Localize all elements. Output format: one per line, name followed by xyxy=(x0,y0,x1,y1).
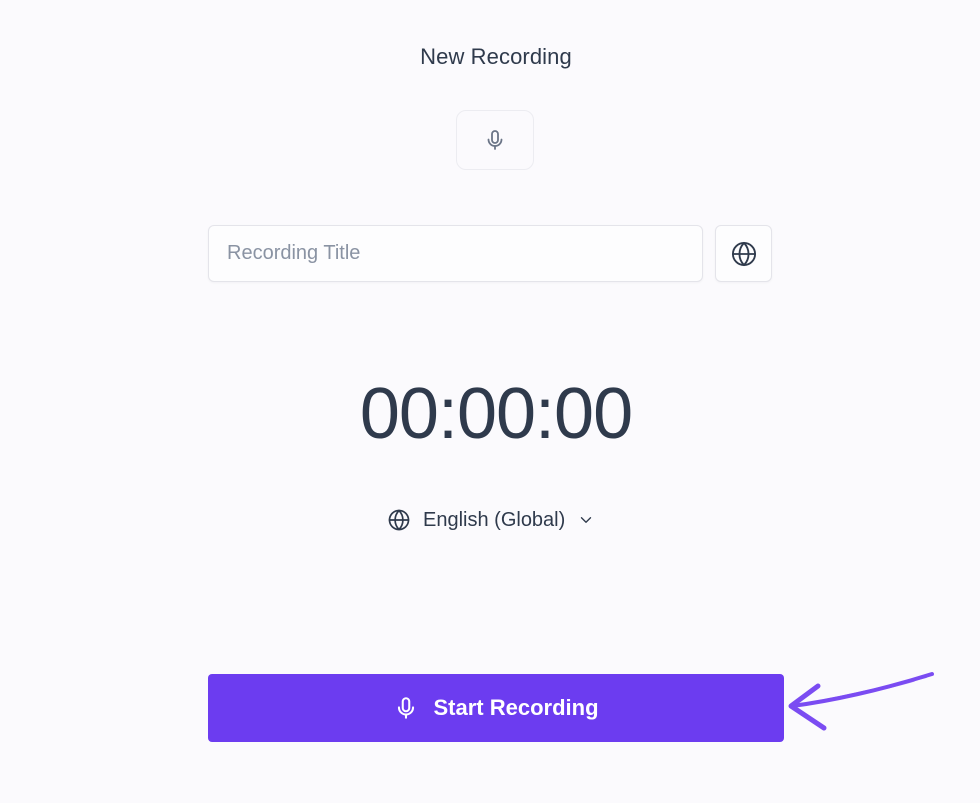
chevron-down-icon xyxy=(581,517,592,523)
language-select[interactable]: English (Global) xyxy=(387,504,595,536)
microphone-icon xyxy=(398,697,415,719)
start-recording-label: Start Recording xyxy=(433,695,599,720)
page-title: New Recording xyxy=(420,44,572,69)
language-label: English (Global) xyxy=(423,508,566,531)
annotation-arrow-icon xyxy=(788,672,934,731)
microphone-tile xyxy=(456,110,534,170)
recording-timer: 00:00:00 xyxy=(359,374,633,454)
start-recording-button[interactable]: Start Recording xyxy=(208,674,784,742)
globe-icon xyxy=(731,241,756,266)
new-recording-page: New Recording 00:00:00 English (Global) xyxy=(0,0,980,803)
microphone-icon xyxy=(487,130,503,150)
language-globe-button[interactable] xyxy=(715,225,772,282)
globe-icon xyxy=(388,509,410,531)
recording-title-input[interactable] xyxy=(208,225,703,282)
